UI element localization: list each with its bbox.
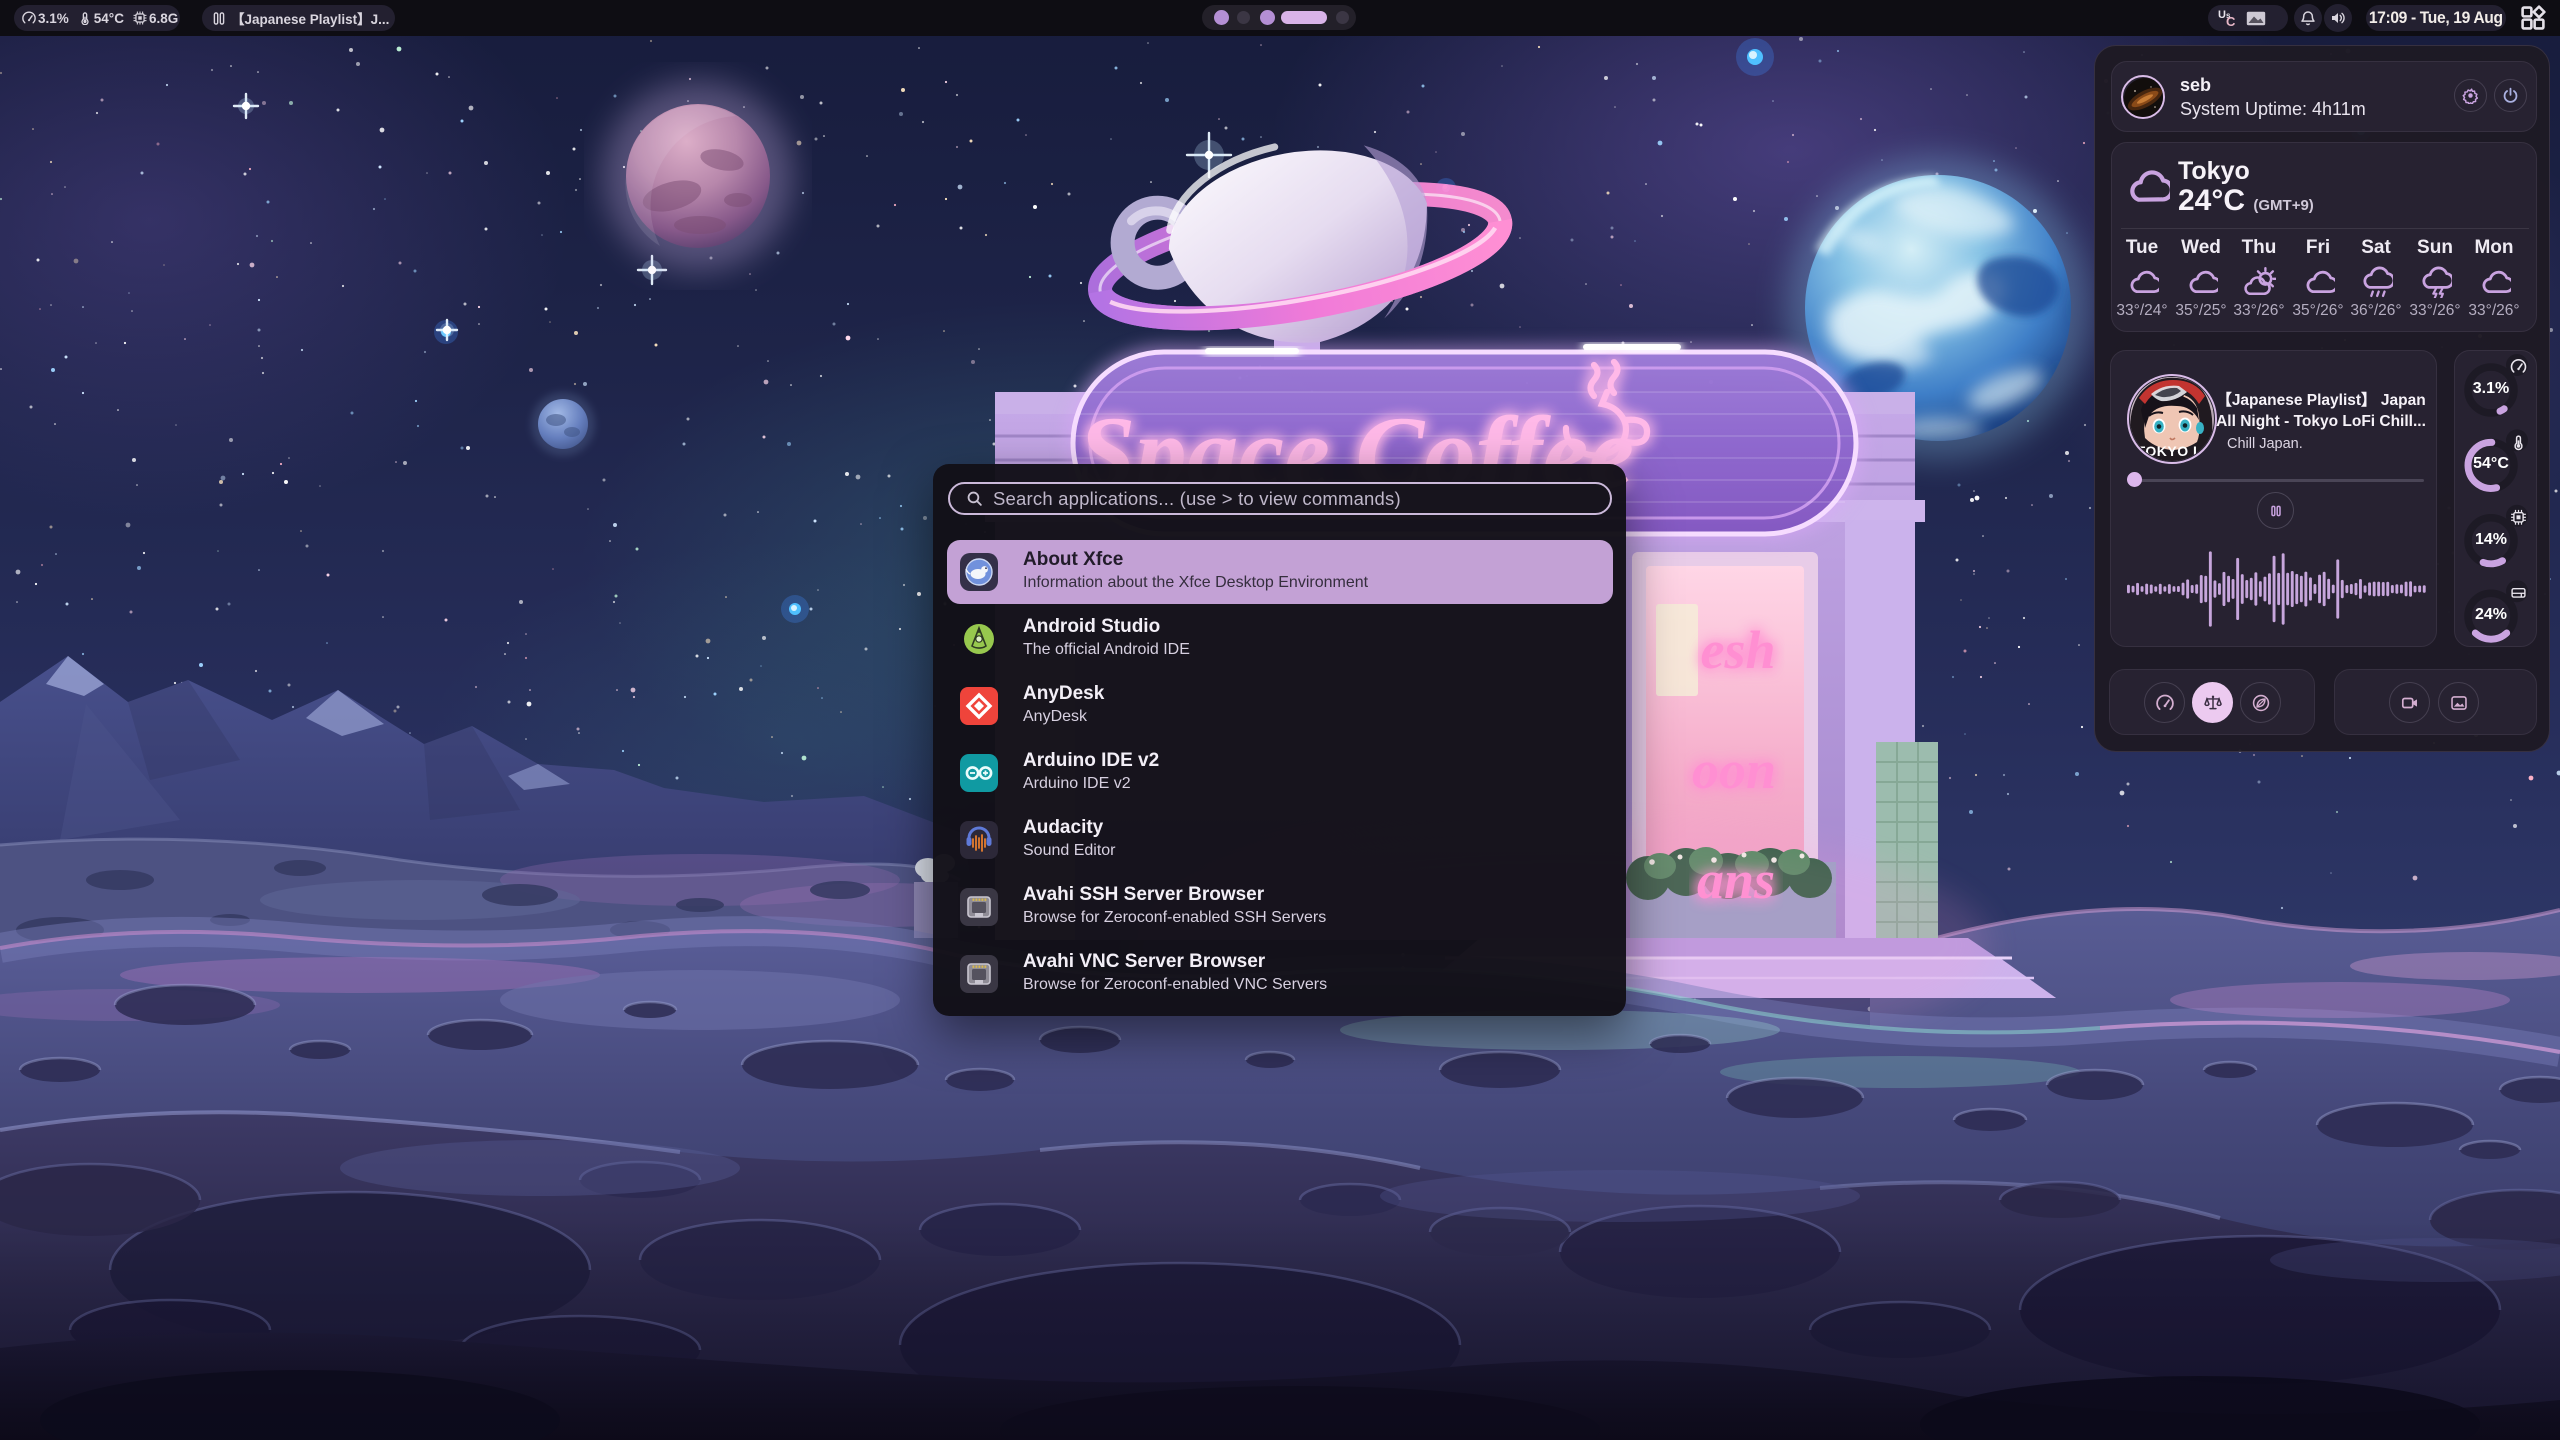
svg-text:esh: esh xyxy=(1700,620,1775,680)
svg-text:oon: oon xyxy=(1692,740,1776,800)
svg-text:TOKYO LO: TOKYO LO xyxy=(2137,443,2214,459)
